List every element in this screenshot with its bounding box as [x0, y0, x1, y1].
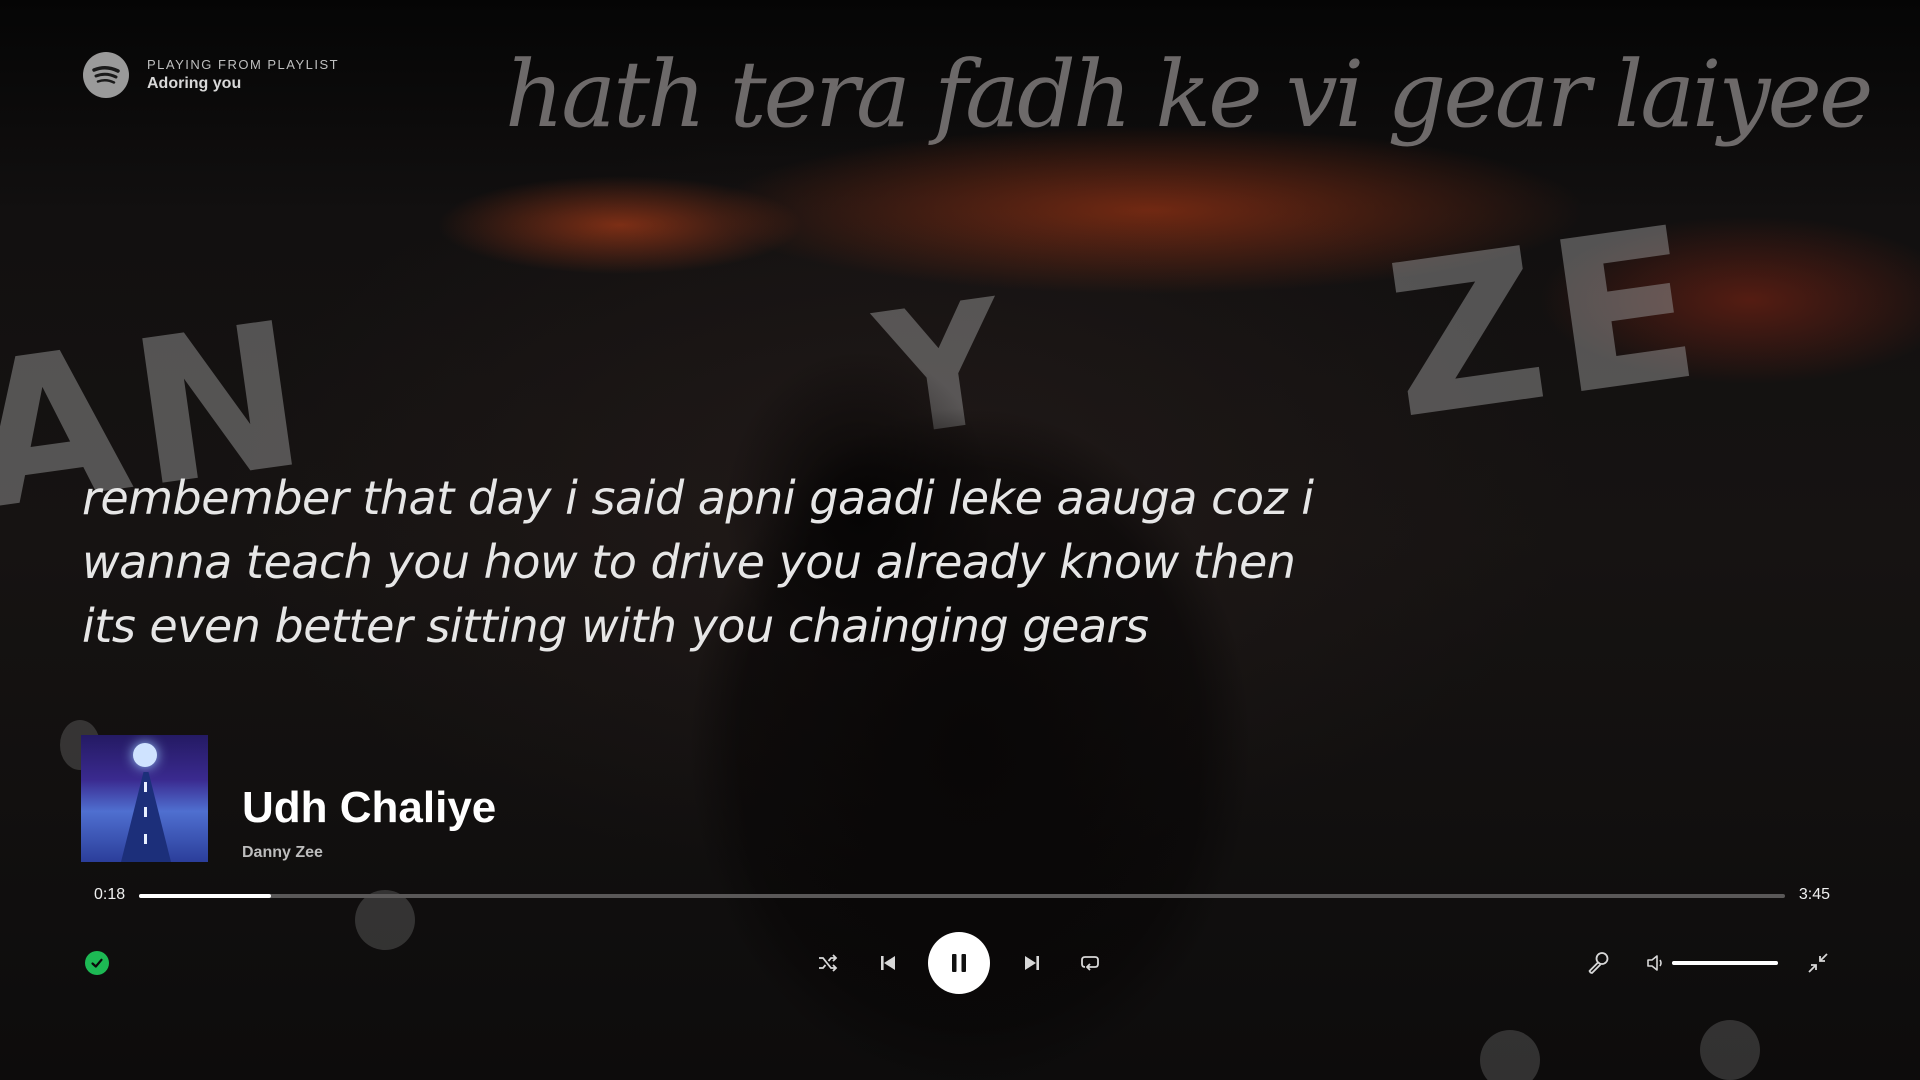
microphone-icon [1588, 952, 1609, 974]
check-icon [91, 958, 103, 968]
repeat-icon [1081, 956, 1099, 971]
cover-moon [133, 743, 157, 767]
total-time: 3:45 [1798, 886, 1830, 903]
playback-progress: 0:18 3:45 [94, 884, 1830, 908]
liked-button[interactable] [85, 951, 109, 975]
cover-road-line [144, 807, 147, 817]
shuffle-button[interactable] [812, 947, 844, 979]
now-playing: Udh Chaliye Danny Zee [81, 735, 496, 862]
playing-from-label: PLAYING FROM PLAYLIST [147, 57, 340, 72]
skip-back-icon [881, 956, 895, 970]
progress-bar[interactable] [139, 894, 1785, 898]
next-button[interactable] [1016, 947, 1048, 979]
elapsed-time: 0:18 [94, 886, 126, 903]
bokeh-light [1700, 1020, 1760, 1080]
background-text-right: ZE [1374, 179, 1722, 466]
playlist-name-link[interactable]: Adoring you [147, 75, 339, 93]
player-controls [0, 930, 1920, 996]
headline-lyric: hath tera fadh ke vi gear laiyee [505, 41, 1873, 148]
minimize-icon [1808, 953, 1828, 973]
progress-fill [139, 894, 271, 898]
cover-road-line [144, 834, 147, 844]
cover-road-line [144, 782, 147, 792]
skip-forward-icon [1025, 956, 1039, 970]
volume-fill [1672, 961, 1778, 965]
track-title[interactable]: Udh Chaliye [242, 782, 496, 834]
exit-fullscreen-button[interactable] [1802, 947, 1834, 979]
volume-slider[interactable] [1672, 961, 1778, 965]
pause-icon [952, 954, 966, 972]
playing-from-header: PLAYING FROM PLAYLIST Adoring you [83, 52, 339, 98]
repeat-button[interactable] [1074, 947, 1106, 979]
album-cover[interactable] [81, 735, 208, 862]
volume-icon [1647, 955, 1662, 971]
spotify-logo-icon [83, 52, 129, 98]
pause-button[interactable] [928, 932, 990, 994]
previous-button[interactable] [872, 947, 904, 979]
track-artist[interactable]: Danny Zee [242, 844, 496, 862]
volume-button[interactable] [1640, 947, 1672, 979]
current-lyric: rembember that day i said apni gaadi lek… [82, 471, 1314, 653]
shuffle-icon [819, 954, 838, 972]
lyrics-button[interactable] [1582, 947, 1614, 979]
